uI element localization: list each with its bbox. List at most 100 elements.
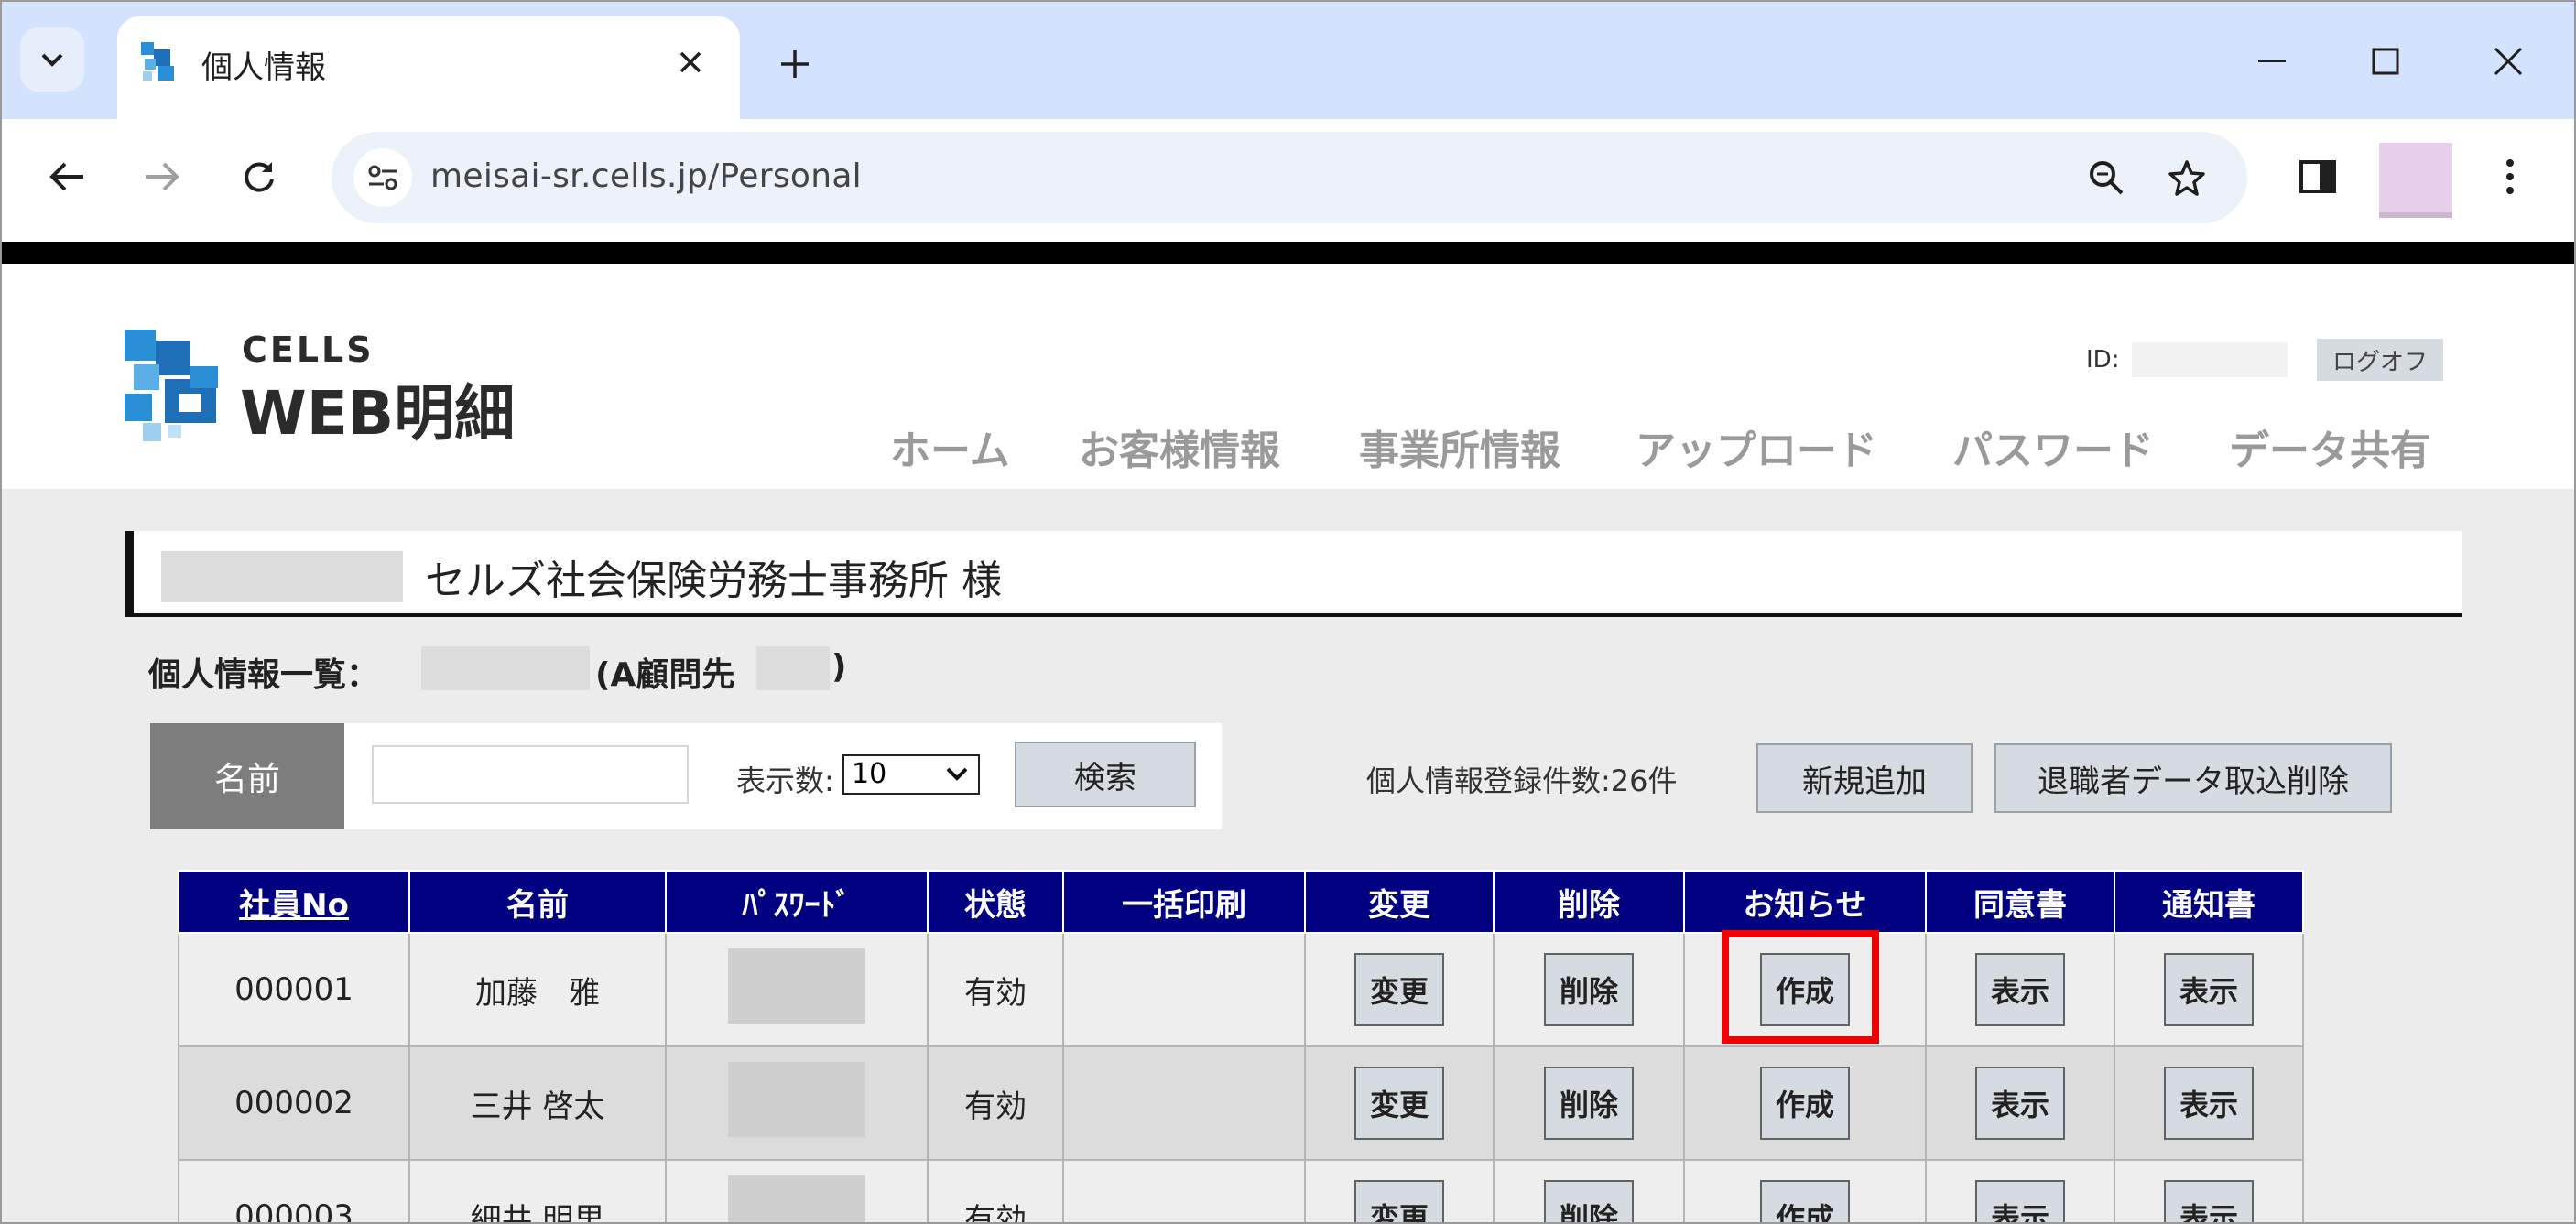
column-header-employee-no[interactable]: 社員No (178, 870, 410, 934)
address-bar[interactable]: meisai-sr.cells.jp/Personal (332, 132, 2247, 223)
tab-close-button[interactable] (667, 38, 714, 86)
minimize-button[interactable] (2240, 29, 2304, 93)
status-cell: 有効 (927, 932, 1064, 1047)
password-cell (665, 1045, 929, 1161)
edit-button[interactable]: 変更 (1354, 1180, 1444, 1222)
nav-data-share[interactable]: データ共有 (2229, 417, 2430, 476)
nav-upload[interactable]: アップロード (1636, 417, 1877, 476)
display-count-select[interactable]: 10 (842, 754, 980, 795)
close-icon (679, 51, 701, 73)
list-subtitle-prefix: (A顧問先 (595, 656, 735, 694)
logoff-button[interactable]: ログオフ (2317, 339, 2443, 381)
nav-home[interactable]: ホーム (890, 417, 1010, 476)
bookmark-button[interactable] (2159, 150, 2214, 205)
delete-button[interactable]: 削除 (1544, 1067, 1634, 1140)
show-consent-button[interactable]: 表示 (1975, 953, 2065, 1026)
list-subtitle-suffix: ) (831, 648, 847, 686)
table-row: 000001 加藤 雅 有効 変更 削除 作成 表示 表示 (178, 932, 2304, 1047)
tab-search-button[interactable] (20, 27, 84, 92)
password-redacted (728, 1175, 865, 1222)
forward-button[interactable] (130, 145, 194, 209)
browser-tab[interactable]: 個人情報 (117, 16, 740, 119)
profile-avatar[interactable] (2379, 143, 2452, 218)
more-vert-icon (2506, 159, 2514, 194)
show-notification-button[interactable]: 表示 (2164, 1180, 2254, 1222)
site-logo[interactable]: CELLS WEB明細 (125, 330, 555, 449)
side-panel-button[interactable] (2286, 145, 2350, 209)
notice-cell: 作成 (1683, 1045, 1927, 1161)
employee-name-cell: 三井 啓太 (408, 1045, 667, 1161)
new-tab-button[interactable] (767, 37, 822, 92)
chevron-down-icon (41, 53, 63, 67)
show-consent-button[interactable]: 表示 (1975, 1180, 2065, 1222)
password-cell (665, 932, 929, 1047)
list-title-redacted (421, 646, 590, 690)
page-top-bar (2, 242, 2574, 264)
user-id-value-redacted (2132, 342, 2288, 377)
column-header-password: ﾊﾟｽﾜｰﾄﾞ (665, 870, 929, 934)
zoom-button[interactable] (2079, 150, 2134, 205)
window-close-button[interactable] (2476, 29, 2540, 93)
tab-strip: 個人情報 (2, 2, 2574, 119)
cells-favicon-icon (141, 42, 174, 81)
edit-button[interactable]: 変更 (1354, 1067, 1444, 1140)
column-header-edit: 変更 (1304, 870, 1495, 934)
notification-cell: 表示 (2114, 1159, 2304, 1222)
site-info-button[interactable] (353, 148, 412, 207)
notification-cell: 表示 (2114, 1045, 2304, 1161)
cells-logo-icon (125, 330, 218, 441)
arrow-right-icon (146, 162, 179, 191)
nav-customer-info[interactable]: お客様情報 (1079, 417, 1280, 476)
delete-cell: 削除 (1493, 1159, 1685, 1222)
site-header: CELLS WEB明細 ID: ログオフ ホーム お客様情報 事業所情報 アップ… (2, 264, 2574, 489)
user-id-label: ID: (2086, 346, 2120, 374)
employee-name-cell: 加藤 雅 (408, 932, 667, 1047)
retiree-import-delete-button[interactable]: 退職者データ取込削除 (1994, 743, 2392, 813)
delete-button[interactable]: 削除 (1544, 1180, 1634, 1222)
column-header-consent: 同意書 (1925, 870, 2115, 934)
create-notice-button[interactable]: 作成 (1760, 1067, 1850, 1140)
show-notification-button[interactable]: 表示 (2164, 1067, 2254, 1140)
arrow-left-icon (49, 162, 83, 191)
edit-cell: 変更 (1304, 1159, 1495, 1222)
consent-cell: 表示 (1925, 1045, 2115, 1161)
search-panel: 名前 表示数: 10 検索 (150, 723, 1222, 829)
reload-button[interactable] (227, 145, 291, 209)
edit-button[interactable]: 変更 (1354, 953, 1444, 1026)
show-notification-button[interactable]: 表示 (2164, 953, 2254, 1026)
edit-cell: 変更 (1304, 932, 1495, 1047)
nav-password[interactable]: パスワード (1952, 417, 2154, 476)
side-panel-icon (2299, 160, 2336, 193)
maximize-button[interactable] (2353, 29, 2418, 93)
search-button[interactable]: 検索 (1015, 742, 1196, 807)
employee-no-cell: 000003 (178, 1159, 410, 1222)
zoom-out-icon (2090, 161, 2124, 195)
column-header-name: 名前 (408, 870, 667, 934)
close-icon (2494, 47, 2523, 76)
password-redacted (728, 1061, 865, 1137)
browser-window: 個人情報 meisai-sr.cells.jp/Personal CELLS W… (0, 0, 2576, 1224)
display-count-value: 10 (852, 758, 887, 790)
highlight-box (1722, 930, 1879, 1044)
back-button[interactable] (35, 145, 99, 209)
password-redacted (728, 948, 865, 1024)
display-count-label: 表示数: (736, 764, 834, 798)
show-consent-button[interactable]: 表示 (1975, 1067, 2065, 1140)
employee-no-cell: 000001 (178, 932, 410, 1047)
create-notice-button[interactable]: 作成 (1760, 1180, 1850, 1222)
table-header-row: 社員No 名前 ﾊﾟｽﾜｰﾄﾞ 状態 一括印刷 変更 削除 お知らせ 同意書 通… (178, 870, 2304, 934)
edit-cell: 変更 (1304, 1045, 1495, 1161)
list-subtitle-redacted (756, 646, 830, 690)
client-bar: セルズ社会保険労務士事務所 様 (125, 531, 2462, 617)
menu-button[interactable] (2478, 145, 2542, 209)
client-office-name: セルズ社会保険労務士事務所 様 (425, 558, 1002, 604)
browser-toolbar: meisai-sr.cells.jp/Personal (2, 119, 2574, 242)
column-header-notification: 通知書 (2114, 870, 2304, 934)
maximize-icon (2372, 48, 2399, 75)
name-search-input[interactable] (372, 745, 689, 804)
nav-office-info[interactable]: 事業所情報 (1359, 417, 1560, 476)
delete-button[interactable]: 削除 (1544, 953, 1634, 1026)
add-new-button[interactable]: 新規追加 (1756, 743, 1973, 813)
notice-cell: 作成 (1683, 1159, 1927, 1222)
plus-icon (781, 50, 809, 78)
